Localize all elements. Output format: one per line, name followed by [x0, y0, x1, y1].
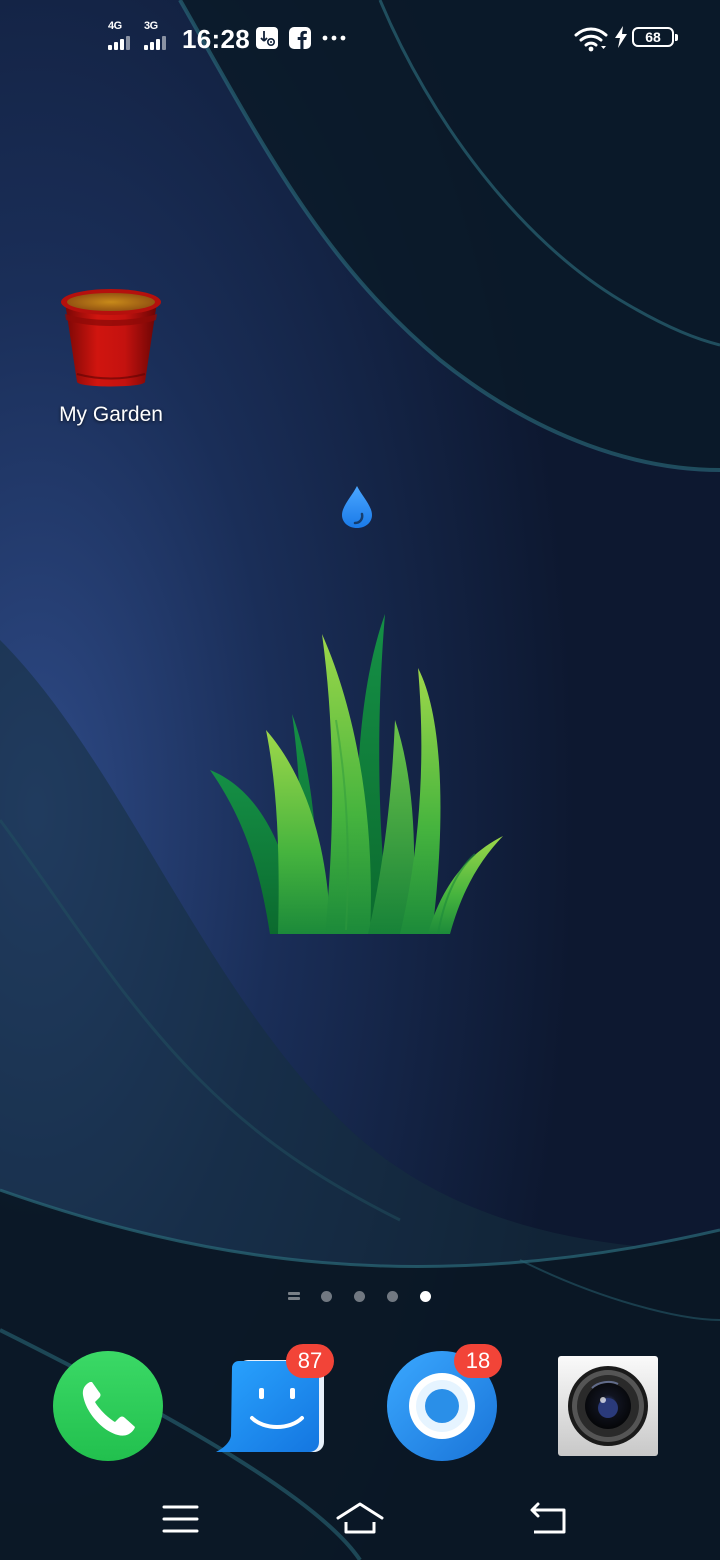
- notification-badge: 87: [286, 1344, 334, 1378]
- phone-icon: [53, 1351, 163, 1461]
- dock-messages-app[interactable]: 87: [214, 1344, 334, 1462]
- page-indicator[interactable]: [280, 1286, 440, 1306]
- camera-icon: [558, 1356, 658, 1456]
- status-clock: 16:28: [182, 24, 250, 54]
- network-type-label: 3G: [144, 20, 158, 32]
- app-my-garden[interactable]: My Garden: [36, 280, 186, 440]
- wifi-icon: [574, 27, 608, 52]
- more-notifications-icon: [322, 35, 346, 41]
- charging-icon: [615, 26, 627, 48]
- page-dot: [354, 1291, 365, 1302]
- signal-icon: 4G: [108, 20, 136, 50]
- battery-level: 68: [645, 29, 661, 45]
- page-dot: [321, 1291, 332, 1302]
- usb-debug-icon: [256, 27, 278, 49]
- dock-camera-app[interactable]: [552, 1350, 664, 1462]
- water-drop-icon[interactable]: [338, 484, 376, 530]
- status-bar: 4G 3G 16:28 68: [0, 0, 720, 76]
- menu-icon[interactable]: [150, 1494, 210, 1542]
- home-icon[interactable]: [330, 1494, 390, 1542]
- notification-badge: 18: [454, 1344, 502, 1378]
- battery-icon: 68: [632, 27, 678, 47]
- dock-phone-app[interactable]: [52, 1350, 164, 1462]
- dock-browser-app[interactable]: 18: [386, 1344, 502, 1462]
- signal-icon: 3G: [144, 20, 174, 50]
- page-dot: [387, 1291, 398, 1302]
- back-icon[interactable]: [518, 1494, 578, 1542]
- home-screen: 4G 3G 16:28 68 My Garden 87 18: [0, 0, 720, 1560]
- network-type-label: 4G: [108, 20, 122, 32]
- garden-pot-icon: [61, 289, 161, 387]
- page-indicator-first: [288, 1292, 300, 1301]
- page-dot-active: [420, 1291, 431, 1302]
- grass-icon[interactable]: [200, 610, 510, 940]
- facebook-icon: [289, 27, 311, 49]
- navigation-bar: [0, 1480, 720, 1560]
- app-label: My Garden: [59, 403, 163, 426]
